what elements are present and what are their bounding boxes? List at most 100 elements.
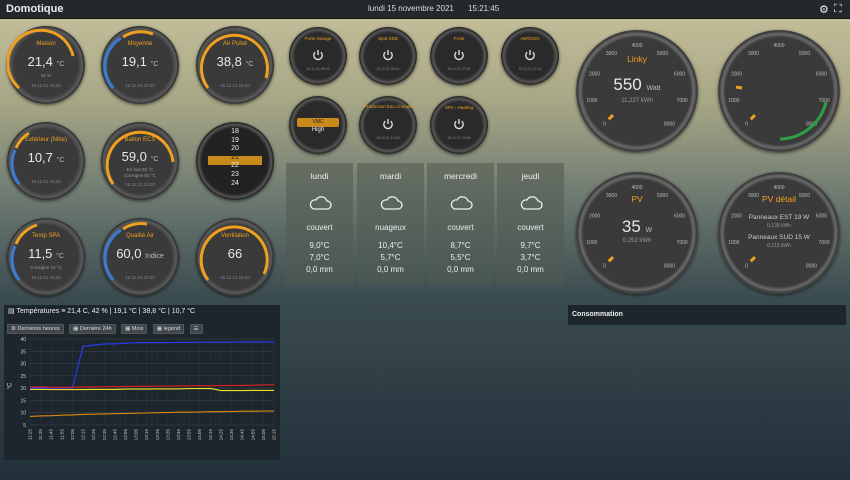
switch-timestamp: 15.11.21 12:00 [376,136,400,140]
series-line [30,387,274,392]
weather-day-1: lundi couvert 9,0°C 7,0°C 0,0 mm [286,163,353,285]
x-tick-label: 13:25 [155,429,160,441]
series-line [30,384,275,388]
gauge-linky-2[interactable]: 0 1000 2000 3000 4000 5000 6000 7000 8000 [718,30,840,152]
gauge-pv-detail[interactable]: 0 1000 2000 3000 4000 5000 6000 7000 8000 PV dét… [718,172,840,294]
roller-value[interactable]: 19 [196,137,274,146]
gauge-label: Linky [627,54,647,64]
x-tick-label: 13:35 [165,429,170,441]
chart-svg: 40 35 30 25 20 15 10 511:25 11:35 11:45 11:55 12:05… [20,337,277,441]
x-tick-label: 12:15 [81,429,86,441]
gauge-ventilation[interactable]: Ventilation 66 15.11.21 15:20 [196,218,274,296]
switch-timestamp: 15.11.21 08:02 [306,67,330,71]
switch-frolo[interactable]: Frolo 15.11.21 07:54 [430,27,488,85]
scale-tick-label: 8000 [806,264,817,270]
chart-title: Températures [16,308,60,315]
roller-value[interactable]: 22 [196,162,274,171]
pv-est-line: Panneaux EST 19 W [748,214,810,221]
gauge-label: PV [631,194,643,204]
x-tick-label: 11:25 [28,429,33,440]
menu-icon[interactable]: ≡ [61,308,65,315]
chart-icon: ▤ [8,308,15,315]
gauge-timestamp: 15.11.21 15:20 [31,179,61,184]
roller-value[interactable]: 24 [196,180,274,189]
switch-porte-garage[interactable]: Porte Garage 15.11.21 08:02 [289,27,347,85]
weather-rain: 0,0 mm [377,265,404,274]
scale-tick-label: 4000 [631,43,642,49]
temperature-chart-panel: ▤ Températures ≡ 21,4 C, 42 % | 19,1 °C … [4,305,280,460]
gauge-scale: 010002000300040005000600070008000 [728,185,830,270]
gauge-timestamp: 15.11.21 15:20 [125,275,155,280]
pv-sud-line: Panneaux SUD 15 W [748,234,810,241]
thermostat-roller[interactable]: 18 19 20 21 22 23 24 [196,122,274,200]
vmc-selector[interactable]: VMC High [289,96,347,154]
y-tick-label: 15 [20,398,26,404]
switch-label: Frolo [453,36,465,41]
gauge-maison[interactable]: Maison 21,4 °C 42 % 15.11.21 15:20 [7,26,85,104]
roller-value[interactable]: 23 [196,171,274,180]
scale-tick-label: 8000 [664,264,675,270]
roller-value[interactable]: 18 [196,128,274,137]
gauge-ballon-ecs[interactable]: Ballon ECS 59,0 °C En bas 55 °C Consigne… [101,122,179,200]
weather-rain: 0,0 mm [447,265,474,274]
roller-value-selected[interactable]: 21 [196,154,274,163]
weather-rain: 0,0 mm [517,265,544,274]
date-text: lundi 15 novembre 2021 [368,4,454,13]
gauge-label: Qualité Air [126,233,154,239]
x-tick-label: 11:35 [38,429,43,440]
weather-min: 3,7°C [520,253,541,262]
x-tick-label: 15:15 [272,429,277,441]
scale-tick-label: 0 [745,264,748,270]
x-tick-label: 12:45 [112,429,117,441]
gauge-temp-spa[interactable]: Temp SPA 11,5 °C Consigne 10 °C 15.11.21… [7,218,85,296]
weather-day-4: jeudi couvert 9,7°C 3,7°C 0,0 mm [497,163,564,285]
weather-max: 9,7°C [520,241,541,250]
green-arc [735,85,828,141]
x-tick-label: 14:05 [197,429,202,441]
switch-timestamp: 15.11.21 14:58 [447,136,471,140]
switch-timestamp: 15.11.21 07:54 [447,67,471,71]
gauge-value: 66 [227,246,243,261]
gauge-sub: En bas 55 °C [126,167,154,172]
switch-label: Spot SDB [378,36,398,41]
x-tick-label: 11:55 [59,429,64,440]
gauge-qualite-air[interactable]: Qualité Air 60,0 Indice 15.11.21 15:20 [101,218,179,296]
app-title: Domotique [6,3,64,15]
gauge-value: 19,1 °C [121,54,159,69]
gauge-label: Temp SPA [32,233,60,239]
gauge-moyenne[interactable]: Moyenne 19,1 °C 15.11.21 15:20 [101,26,179,104]
gauge-value: 38,8 °C [216,54,254,69]
x-tick-label: 14:25 [218,429,223,441]
gauge-pv[interactable]: 0 1000 2000 3000 4000 5000 6000 7000 8000 PV 35 … [576,172,698,294]
gauge-needle [749,255,757,263]
gauge-label: Air Pulsé [222,41,247,47]
switch-spot-sdb[interactable]: Spot SDB 15.11.21 09:21 [359,27,417,85]
gauge-exterieur[interactable]: Extérieur (Nibe) 10,7 °C 15.11.21 15:20 [7,122,85,200]
power-icon [313,50,323,61]
gauge-label: Moyenne [127,41,153,47]
gauge-sub: Consigne 10 °C [30,265,62,270]
weather-rain: 0,0 mm [306,265,333,274]
gauge-air-pulse[interactable]: Air Pulsé 38,8 °C 15.11.21 15:20 [196,26,274,104]
weather-day: mercredi [443,171,478,181]
cloud-icon [520,196,543,210]
x-tick-label: 14:55 [250,429,255,441]
fullscreen-icon[interactable]: ⛶ [834,3,842,16]
switch-aeroso[interactable]: AEROSO 15.11.21 11:30 [501,27,559,85]
x-tick-label: 14:45 [240,429,245,441]
y-tick-label: 5 [23,423,26,429]
gear-icon[interactable]: ⚙ [819,3,829,16]
roller-value[interactable]: 20 [196,145,274,154]
y-tick-label: 35 [20,349,26,355]
x-tick-label: 12:05 [70,429,75,441]
x-tick-label: 13:55 [187,429,192,441]
vmc-label: VMC [312,119,324,125]
gauge-linky[interactable]: 0 1000 2000 3000 4000 5000 6000 7000 8000 Linky … [576,30,698,152]
switch-spa-heating[interactable]: SPA - Heating 15.11.21 14:58 [430,96,488,154]
gauge-value: 59,0 °C [121,149,159,164]
weather-day-2: mardi nuageux 10,4°C 5,7°C 0,0 mm [357,163,424,285]
switch-timestamp: 15.11.21 11:30 [518,67,542,71]
switch-production-eau-chaude[interactable]: Production Eau Chaude 15.11.21 12:00 [359,96,417,154]
weather-min: 5,7°C [380,253,401,262]
power-icon [525,50,535,61]
